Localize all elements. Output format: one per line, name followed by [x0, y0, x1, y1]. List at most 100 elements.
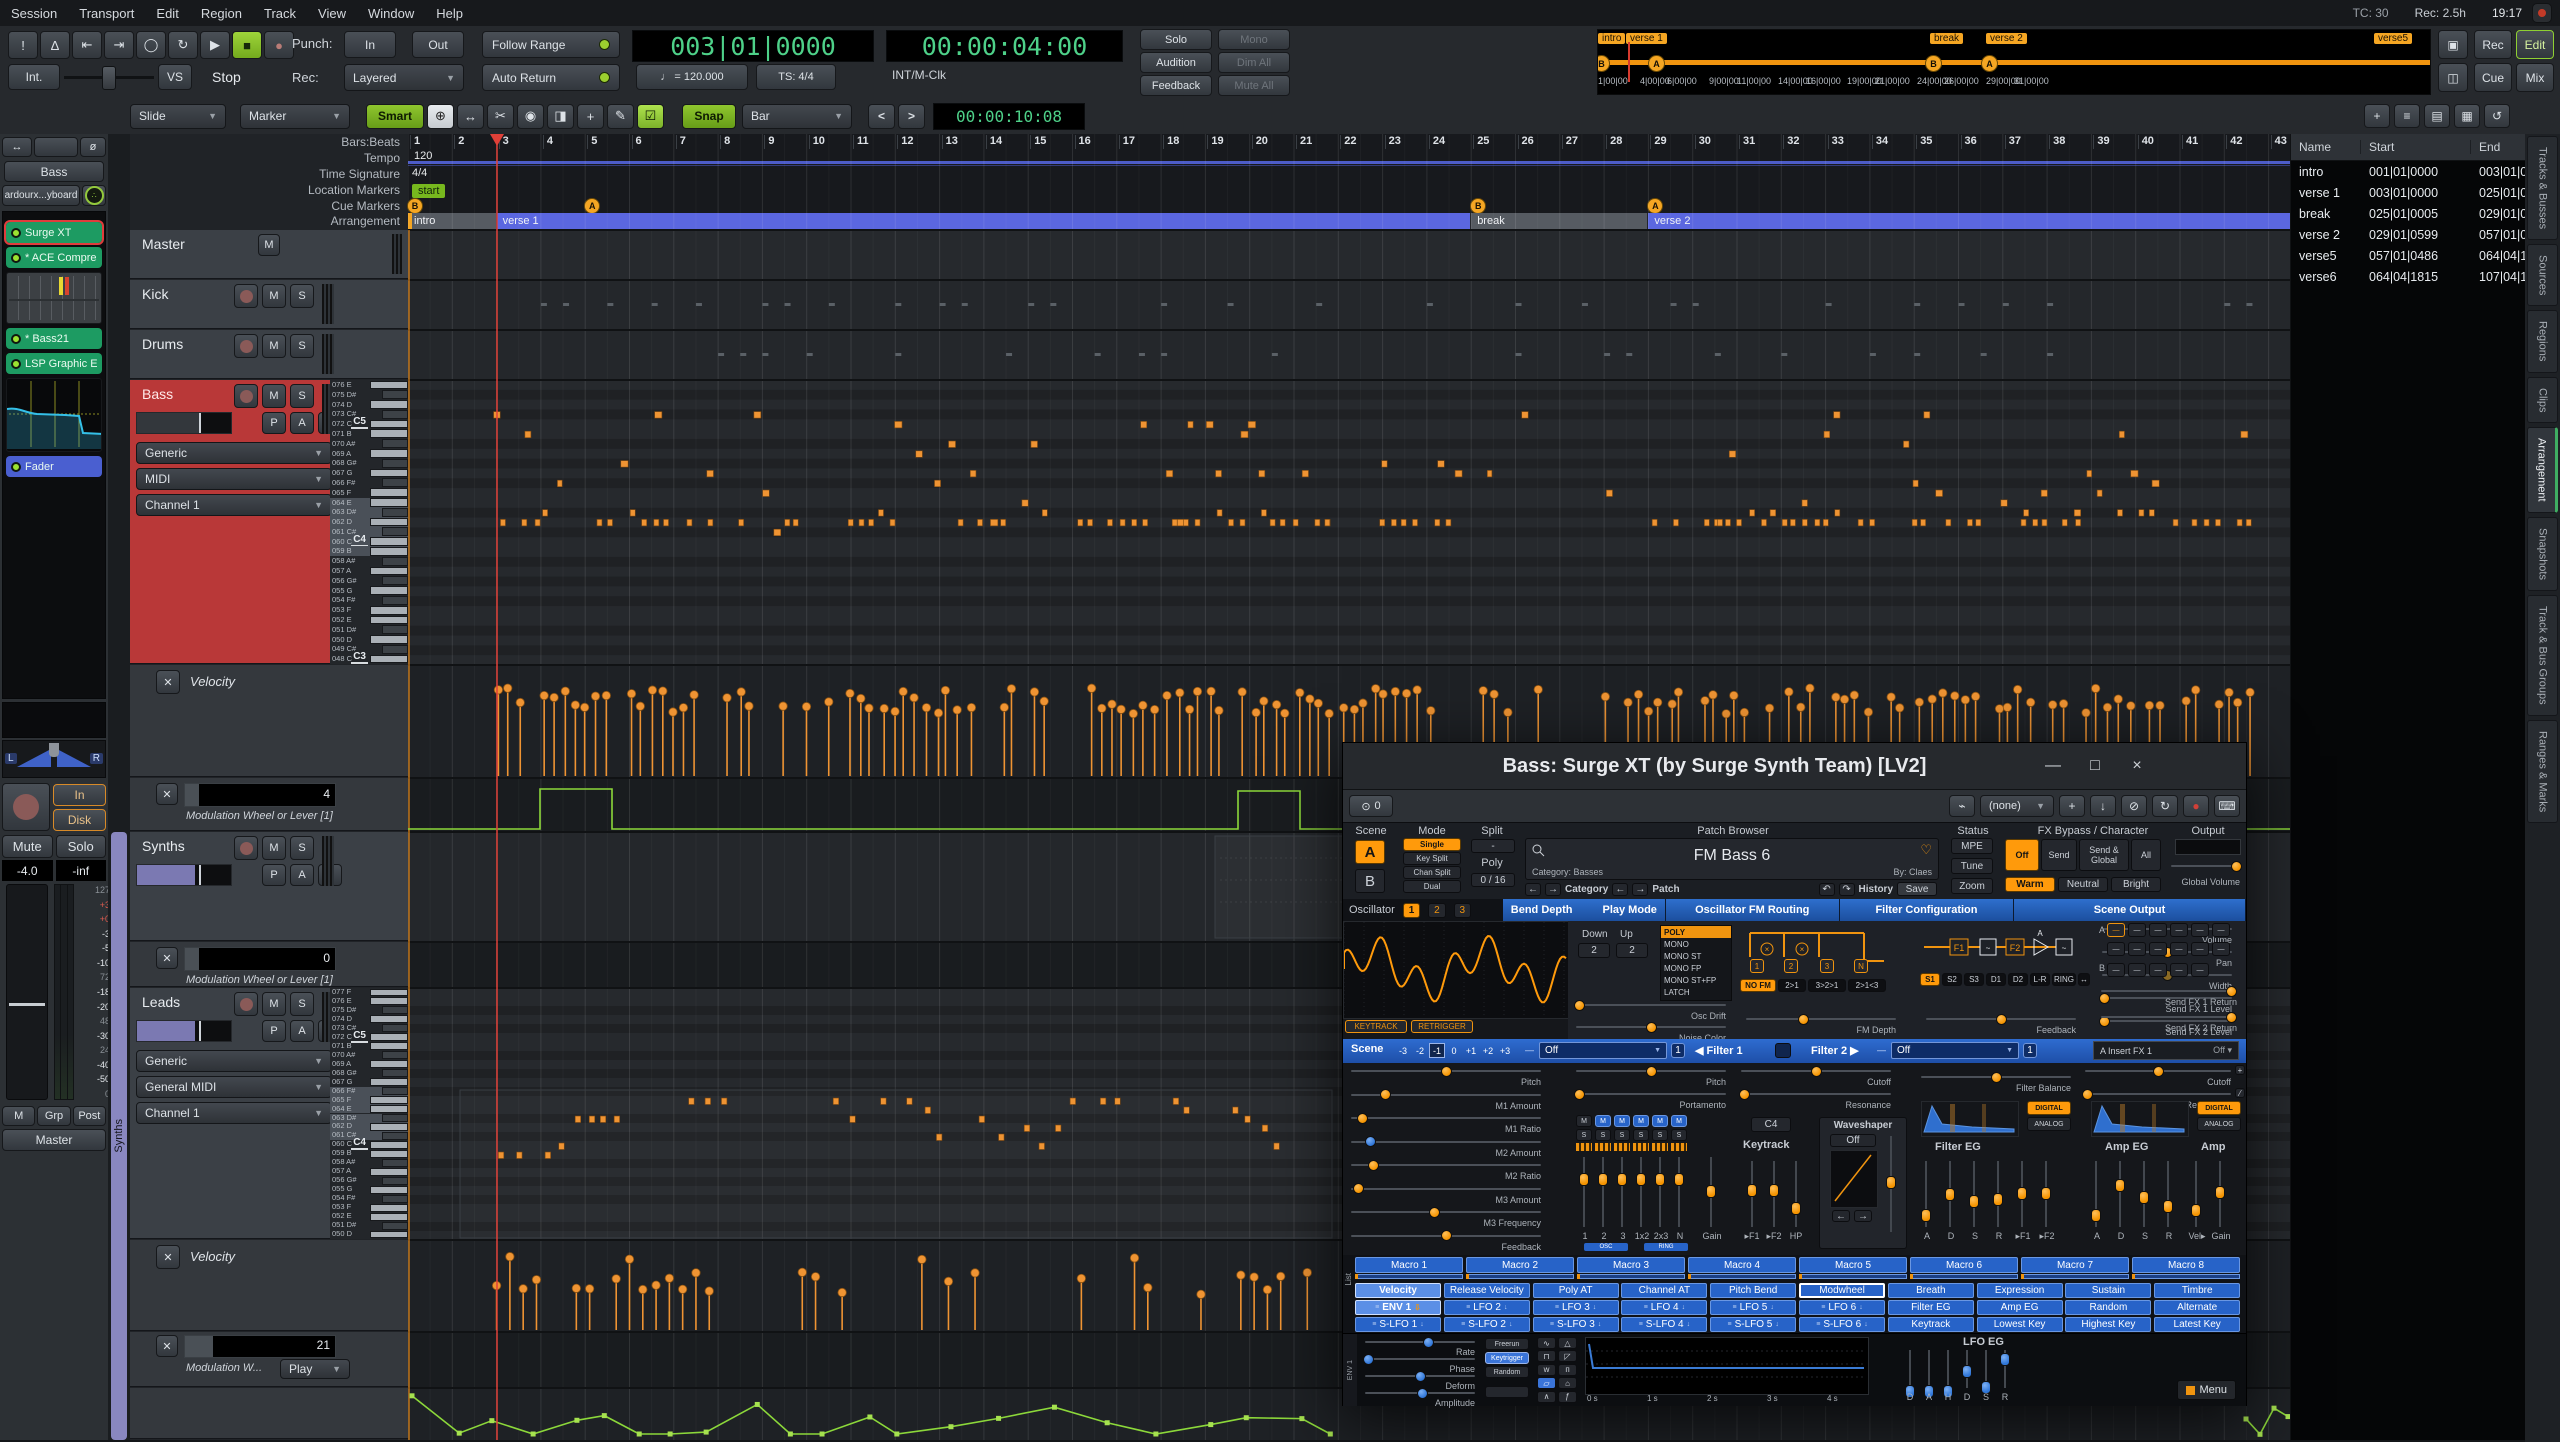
mod-slider-feedback[interactable]	[1351, 1230, 1541, 1242]
macro-value-strip[interactable]	[1577, 1274, 1685, 1279]
mod-slider-pitch[interactable]	[1351, 1065, 1541, 1077]
modsource-release-velocity[interactable]: Release Velocity	[1443, 1283, 1530, 1298]
white-key[interactable]	[370, 1203, 408, 1212]
snap-button[interactable]: Snap	[682, 103, 736, 129]
filter-eg-slider-f2-5[interactable]	[2039, 1159, 2053, 1229]
slider-handle[interactable]	[1440, 1065, 1452, 1077]
ruler-label-tempo[interactable]: Tempo	[130, 150, 400, 166]
white-key[interactable]	[370, 546, 408, 556]
macro-4[interactable]: Macro 4	[1688, 1257, 1796, 1273]
macro-3[interactable]: Macro 3	[1577, 1257, 1685, 1273]
mod-slider-m2-amount[interactable]	[1351, 1136, 1541, 1148]
ruler-label-time-signature[interactable]: Time Signature	[130, 166, 400, 182]
white-key[interactable]	[370, 419, 408, 429]
fx-slot[interactable]: —	[2107, 923, 2125, 937]
bend-up-value[interactable]: 2	[1616, 943, 1648, 958]
slider-handle[interactable]	[1993, 1192, 2003, 1206]
menu-edit[interactable]: Edit	[145, 6, 189, 21]
layer-icon[interactable]: ▤	[2424, 104, 2450, 128]
nudge-clock[interactable]: 00:00:10:08	[933, 102, 1085, 130]
black-key[interactable]	[382, 1006, 408, 1015]
noise-color-slider[interactable]	[1576, 1021, 1726, 1033]
fx-slot[interactable]: —	[2170, 923, 2188, 937]
modsource-latest-key[interactable]: Latest Key	[2154, 1317, 2241, 1332]
kick-solo-button[interactable]: S	[290, 284, 314, 308]
fx-slot[interactable]: —	[2191, 942, 2209, 956]
mixer-solo-1[interactable]: S	[1576, 1129, 1592, 1141]
filter-config-l-r[interactable]: L-R	[2030, 973, 2050, 986]
white-key[interactable]	[370, 1185, 408, 1194]
status-mpe[interactable]: MPE	[1951, 838, 1993, 854]
lane-header-synthsmod[interactable]: ✕ 0 Modulation Wheel or Lever [1]	[130, 942, 408, 987]
status-tune[interactable]: Tune	[1951, 858, 1993, 874]
osc-drift-slider[interactable]	[1573, 999, 1726, 1011]
record-button[interactable]: ●	[264, 31, 294, 59]
window-titlebar[interactable]: Bass: Surge XT (by Surge Synth Team) [LV…	[1343, 743, 2246, 790]
fxbypass-send-global[interactable]: Send & Global	[2079, 839, 2129, 871]
black-key[interactable]	[382, 625, 408, 635]
fx-slot-b[interactable]: —	[2128, 963, 2146, 977]
osc-select-1[interactable]: 1	[1402, 902, 1421, 918]
minimize-button[interactable]: —	[2040, 753, 2066, 779]
mixer-fader-6[interactable]	[1672, 1155, 1686, 1229]
save-button[interactable]: Save	[1897, 882, 1937, 896]
processor-enable-led[interactable]	[11, 358, 21, 369]
midi-input-icon[interactable]: ∴	[82, 185, 106, 206]
black-key[interactable]	[382, 1131, 408, 1140]
menu-transport[interactable]: Transport	[68, 6, 145, 21]
page-mix-button[interactable]: Mix	[2516, 63, 2554, 92]
patch-browser[interactable]: FM Bass 6 Category: Basses By: Claes ♡	[1525, 838, 1939, 880]
lfo-eg-slider-2[interactable]	[1941, 1348, 1955, 1398]
zoom-fit-icon[interactable]: ≡	[2394, 104, 2420, 128]
track-header-kick[interactable]: Kick M S	[130, 280, 408, 329]
monitor-feedback[interactable]: Feedback	[1140, 75, 1212, 96]
punch-clock-icon[interactable]: ▣	[2438, 30, 2468, 59]
tab-clips[interactable]: Clips	[2527, 376, 2558, 424]
black-key[interactable]	[382, 576, 408, 586]
modsource-sustain[interactable]: Sustain	[2065, 1283, 2152, 1298]
oscillator-display[interactable]	[1343, 921, 1570, 1019]
prev-patch-button[interactable]: ←	[1612, 882, 1629, 896]
character-bright[interactable]: Bright	[2111, 877, 2161, 892]
tab-track-bus-groups[interactable]: Track & Bus Groups	[2527, 594, 2558, 716]
amp-slider-gain[interactable]	[2213, 1159, 2227, 1229]
lane-close-button[interactable]: ✕	[156, 947, 178, 969]
white-key[interactable]	[370, 380, 408, 390]
modsource-filter-eg[interactable]: Filter EG	[1887, 1300, 1974, 1315]
white-key[interactable]	[370, 586, 408, 595]
close-button[interactable]: ×	[2124, 753, 2150, 779]
shuttle-handle[interactable]	[102, 66, 116, 90]
bend-down-value[interactable]: 2	[1578, 943, 1610, 958]
modsource-s-lfo-5[interactable]: ≡ S-LFO 5 ↓	[1710, 1317, 1797, 1332]
midi-panic-button[interactable]: !	[8, 31, 38, 59]
modsource-s-lfo-6[interactable]: ≡ S-LFO 6 ↓	[1799, 1317, 1885, 1332]
modsource-lfo-5[interactable]: ≡ LFO 5 ↓	[1710, 1300, 1797, 1315]
prev-category-button[interactable]: ←	[1525, 882, 1541, 896]
undo-zoom-icon[interactable]: ↺	[2484, 104, 2510, 128]
slider-handle[interactable]	[1791, 1202, 1801, 1216]
white-key[interactable]	[370, 1042, 408, 1051]
lfo-eg-slider-1[interactable]	[1922, 1348, 1936, 1398]
amp-slider-vel[interactable]	[2189, 1159, 2203, 1229]
filter-eg-slider-d-1[interactable]	[1943, 1159, 1957, 1229]
audition-tool[interactable]: ◉	[517, 103, 544, 129]
track-header-master[interactable]: Master M	[130, 230, 408, 279]
fxbypass-send[interactable]: Send	[2041, 839, 2077, 871]
lfo-trigger-random[interactable]: Random	[1485, 1366, 1529, 1378]
arrangement-section-verse-2[interactable]: verse 2	[1648, 213, 2290, 230]
slider-handle[interactable]	[1414, 1370, 1426, 1382]
white-key[interactable]	[370, 468, 408, 478]
black-key[interactable]	[382, 409, 408, 419]
tempo-button[interactable]: ♩ = 120.000	[636, 64, 748, 90]
slider-handle[interactable]	[1747, 1184, 1757, 1198]
white-key[interactable]	[370, 1060, 408, 1069]
slider-handle[interactable]	[1429, 1206, 1441, 1218]
filter2-cutoff-slider[interactable]	[2085, 1065, 2231, 1077]
halfsine-shape-icon[interactable]: ∧	[1537, 1390, 1556, 1403]
track-name[interactable]: Synths	[142, 838, 185, 854]
tab-snapshots[interactable]: Snapshots	[2527, 516, 2558, 591]
modsource-lfo-2[interactable]: ≡ LFO 2 ↓	[1443, 1300, 1530, 1315]
filter1-resonance-slider[interactable]	[1738, 1088, 1891, 1100]
filter1-type-dropdown[interactable]: Off ▼	[1539, 1042, 1667, 1059]
white-key[interactable]	[370, 1033, 408, 1042]
